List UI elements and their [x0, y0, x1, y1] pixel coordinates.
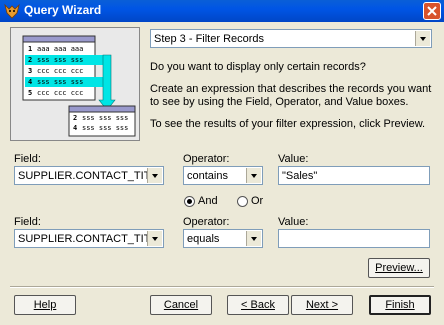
illustration-row-number: 2 — [28, 56, 32, 64]
step-dropdown-value: Step 3 - Filter Records — [154, 33, 265, 45]
finish-button[interactable]: Finish — [369, 295, 431, 315]
title-bar[interactable]: Query Wizard — [0, 0, 444, 22]
illustration-row-text: sss sss sss — [37, 78, 83, 86]
and-radio[interactable] — [184, 196, 195, 207]
operator-dropdown-2-arrow[interactable] — [246, 231, 261, 246]
step-dropdown-arrow[interactable] — [415, 31, 430, 46]
or-label: Or — [251, 195, 264, 207]
operator-dropdown-1-arrow[interactable] — [246, 168, 261, 183]
illustration-row-number: 3 — [28, 67, 32, 75]
close-button[interactable] — [423, 2, 441, 20]
preview-hint-text: To see the results of your filter expres… — [150, 118, 426, 130]
operator-label-2: Operator: — [183, 216, 230, 228]
chevron-down-icon — [251, 236, 257, 241]
illustration-result-text: sss sss sss — [82, 114, 128, 122]
operator-dropdown-1-value: contains — [187, 170, 228, 182]
instructions-text: Create an expression that describes the … — [150, 83, 432, 108]
back-button[interactable]: < Back — [227, 295, 289, 315]
operator-dropdown-2[interactable]: equals — [183, 229, 263, 248]
chevron-down-icon — [420, 36, 426, 41]
and-label: And — [198, 195, 218, 207]
illustration-row-text: ccc ccc ccc — [37, 89, 83, 97]
preview-button[interactable]: Preview... — [368, 258, 430, 278]
field-label-1: Field: — [14, 153, 41, 165]
next-button[interactable]: Next > — [291, 295, 353, 315]
finish-button-label: Finish — [385, 299, 415, 311]
foxpro-icon — [4, 3, 20, 19]
step-dropdown[interactable]: Step 3 - Filter Records — [150, 29, 432, 48]
cancel-button-label: Cancel — [163, 299, 199, 311]
value-label-1: Value: — [278, 153, 309, 165]
field-dropdown-2[interactable]: SUPPLIER.CONTACT_TITLE — [14, 229, 164, 248]
field-dropdown-1[interactable]: SUPPLIER.CONTACT_TITLE — [14, 166, 164, 185]
value-input-2[interactable] — [278, 229, 430, 248]
query-wizard-window: Query Wizard 1 aaa aaa aaa 2 sss sss sss 3 cc… — [0, 0, 444, 325]
operator-dropdown-1[interactable]: contains — [183, 166, 263, 185]
value-input-1[interactable]: "Sales" — [278, 166, 430, 185]
illustration-result-number: 4 — [73, 124, 77, 132]
or-radio[interactable] — [237, 196, 248, 207]
help-button[interactable]: Help — [14, 295, 76, 315]
field-dropdown-2-arrow[interactable] — [147, 231, 162, 246]
radio-selected-dot — [187, 199, 192, 204]
illustration-graphic: 1 aaa aaa aaa 2 sss sss sss 3 ccc ccc ccc 4 sss… — [22, 35, 136, 137]
help-button-label: Help — [33, 299, 57, 311]
value-input-1-text: "Sales" — [282, 170, 318, 182]
chevron-down-icon — [152, 236, 158, 241]
chevron-down-icon — [152, 173, 158, 178]
field-dropdown-1-arrow[interactable] — [147, 168, 162, 183]
illustration-row-text: sss sss sss — [37, 56, 83, 64]
illustration-result-text: sss sss sss — [82, 124, 128, 132]
next-button-label: Next > — [305, 299, 339, 311]
close-icon — [427, 6, 437, 16]
filter-illustration: 1 aaa aaa aaa 2 sss sss sss 3 ccc ccc ccc 4 sss… — [10, 27, 140, 141]
illustration-row-number: 4 — [28, 78, 32, 86]
chevron-down-icon — [251, 173, 257, 178]
back-button-label: < Back — [241, 299, 275, 311]
field-dropdown-2-value: SUPPLIER.CONTACT_TITLE — [18, 233, 148, 245]
illustration-row-number: 5 — [28, 89, 32, 97]
operator-label-1: Operator: — [183, 153, 230, 165]
illustration-row-text: aaa aaa aaa — [37, 45, 83, 53]
illustration-row-text: ccc ccc ccc — [37, 67, 83, 75]
cancel-button[interactable]: Cancel — [150, 295, 212, 315]
operator-dropdown-2-value: equals — [187, 233, 220, 245]
illustration-result-number: 2 — [73, 114, 77, 122]
footer-separator — [10, 286, 434, 288]
value-label-2: Value: — [278, 216, 309, 228]
window-title: Query Wizard — [24, 3, 102, 17]
field-label-2: Field: — [14, 216, 41, 228]
preview-button-label: Preview... — [375, 262, 423, 274]
illustration-row-number: 1 — [28, 45, 32, 53]
field-dropdown-1-value: SUPPLIER.CONTACT_TITLE — [18, 170, 148, 182]
question-text: Do you want to display only certain reco… — [150, 61, 366, 73]
